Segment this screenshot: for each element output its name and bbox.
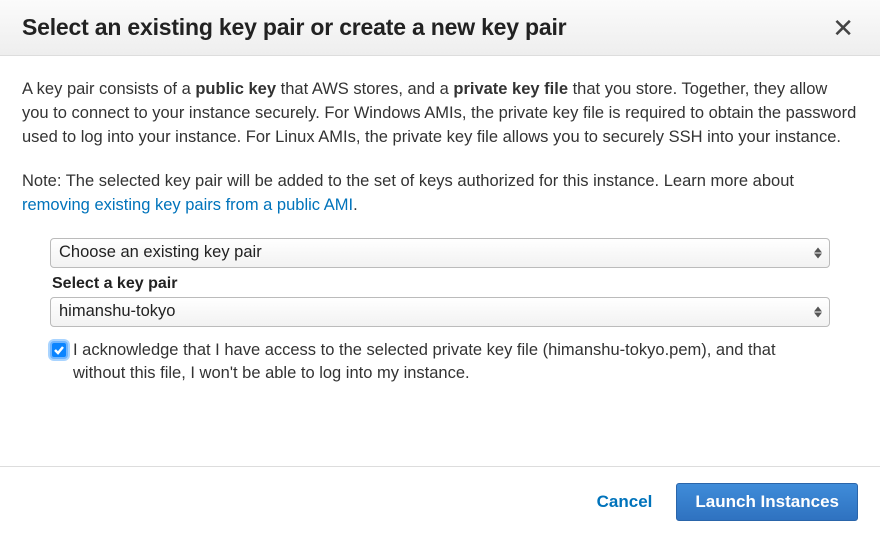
dialog-body: A key pair consists of a public key that… — [0, 56, 880, 442]
form-section: Choose an existing key pair Select a key… — [22, 238, 858, 385]
close-icon: ✕ — [832, 13, 854, 43]
dialog-title: Select an existing key pair or create a … — [22, 14, 566, 41]
dialog-header: Select an existing key pair or create a … — [0, 0, 880, 56]
key-pair-dialog: Select an existing key pair or create a … — [0, 0, 880, 541]
check-icon — [53, 344, 65, 356]
launch-instances-button[interactable]: Launch Instances — [676, 483, 858, 521]
acknowledge-row: I acknowledge that I have access to the … — [50, 339, 830, 385]
action-select-value: Choose an existing key pair — [59, 241, 262, 265]
keypair-select[interactable]: himanshu-tokyo — [50, 297, 830, 327]
note-text: . — [353, 196, 358, 214]
note-text: Note: The selected key pair will be adde… — [22, 172, 794, 190]
action-select[interactable]: Choose an existing key pair — [50, 238, 830, 268]
keypair-select-label: Select a key pair — [52, 272, 830, 295]
keypair-select-value: himanshu-tokyo — [59, 300, 175, 324]
dialog-footer: Cancel Launch Instances — [0, 466, 880, 541]
desc-bold-public-key: public key — [195, 80, 276, 98]
acknowledge-checkbox[interactable] — [50, 341, 68, 359]
description-paragraph: A key pair consists of a public key that… — [22, 78, 858, 150]
remove-keypairs-link[interactable]: removing existing key pairs from a publi… — [22, 196, 353, 214]
desc-bold-private-key-file: private key file — [453, 80, 568, 98]
desc-text: that AWS stores, and a — [276, 80, 453, 98]
acknowledge-text: I acknowledge that I have access to the … — [73, 339, 830, 385]
desc-text: A key pair consists of a — [22, 80, 195, 98]
cancel-button[interactable]: Cancel — [593, 484, 657, 520]
note-paragraph: Note: The selected key pair will be adde… — [22, 170, 858, 218]
close-button[interactable]: ✕ — [828, 15, 858, 41]
